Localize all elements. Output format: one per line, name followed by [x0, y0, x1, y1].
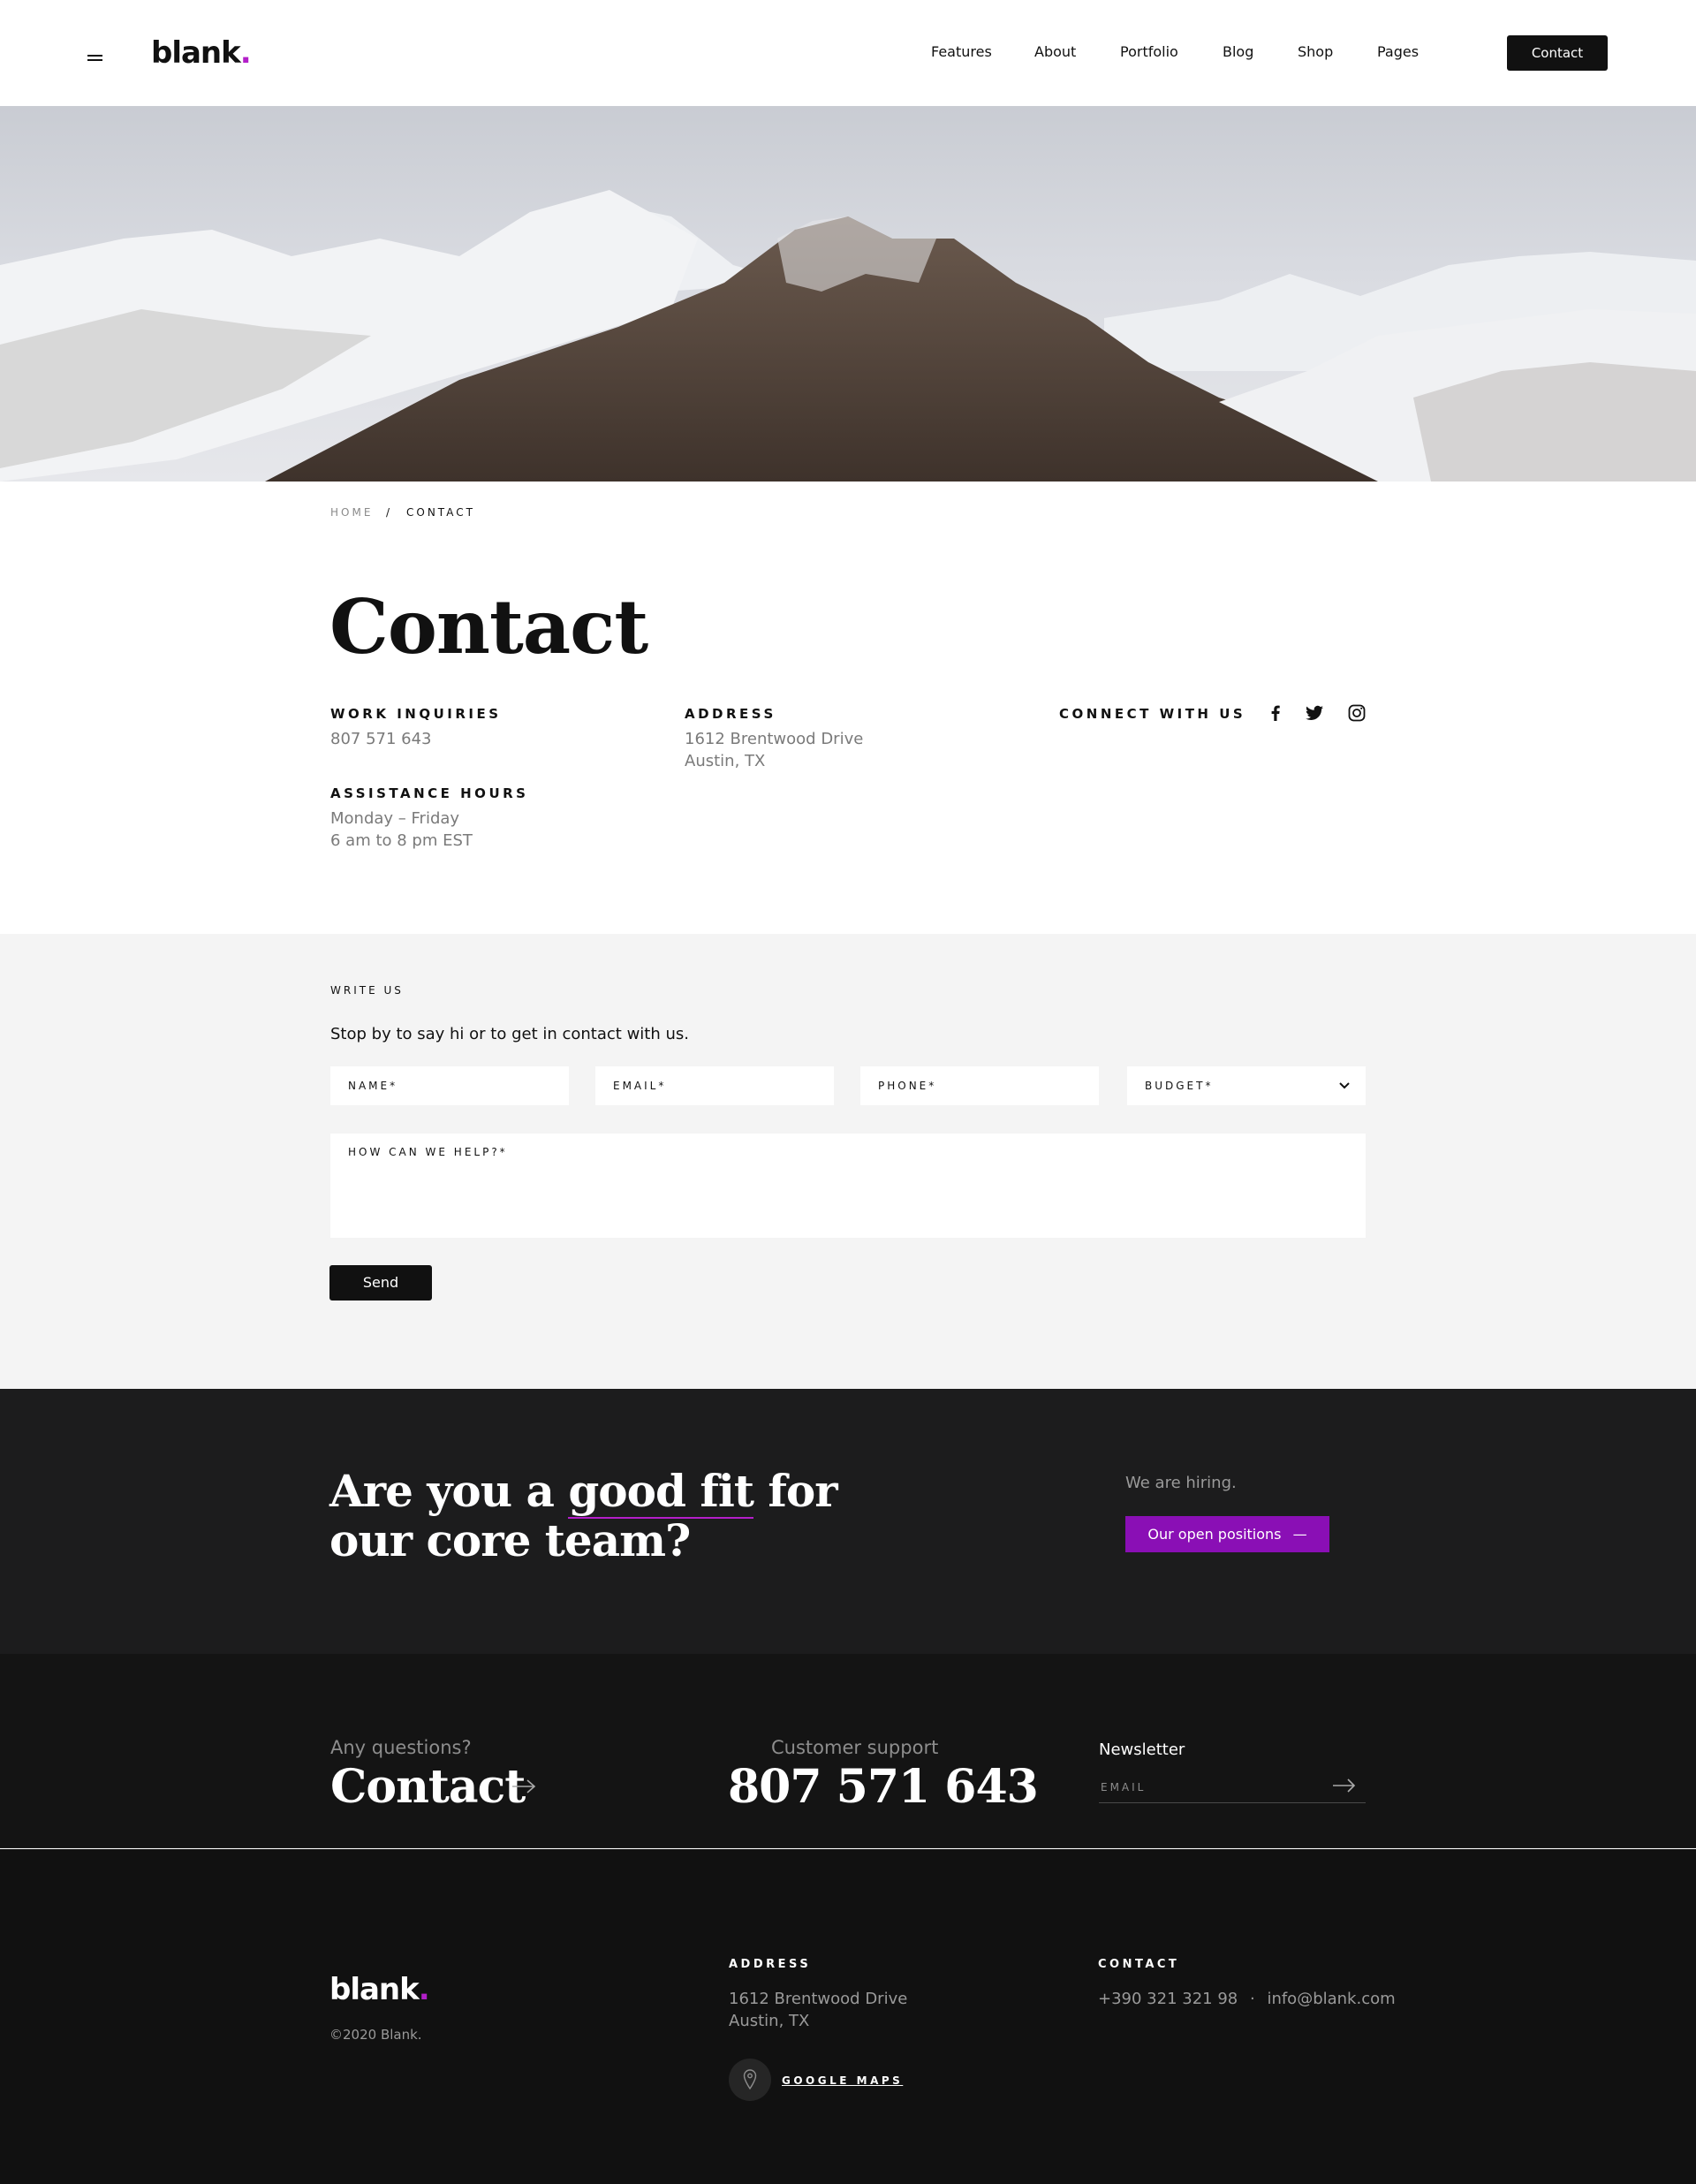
connect-label: CONNECT WITH US — [1059, 706, 1246, 722]
breadcrumb-home[interactable]: HOME — [330, 506, 373, 519]
copyright: ©2020 Blank. — [329, 2027, 422, 2043]
hiring-title-pre: Are you a — [329, 1465, 569, 1517]
footer-address-label: ADDRESS — [729, 1958, 812, 1971]
chevron-down-icon — [1339, 1082, 1350, 1089]
newsletter-underline — [1099, 1802, 1366, 1803]
nav-blog[interactable]: Blog — [1223, 43, 1253, 60]
footer-phone[interactable]: +390 321 321 98 — [1098, 1990, 1238, 2008]
logo-text: blank — [151, 35, 241, 71]
breadcrumb-current: CONTACT — [406, 506, 475, 519]
message-textarea[interactable]: HOW CAN WE HELP?* — [330, 1134, 1366, 1238]
hero-mountain-image — [0, 106, 1696, 482]
budget-select[interactable]: BUDGET* — [1127, 1066, 1366, 1105]
instagram-icon[interactable] — [1346, 702, 1367, 724]
newsletter-label: Newsletter — [1099, 1740, 1185, 1759]
assistance-hours-label: ASSISTANCE HOURS — [330, 785, 529, 801]
hours-line2: 6 am to 8 pm EST — [330, 831, 473, 850]
nav-about[interactable]: About — [1034, 43, 1076, 60]
footer-contact-line: +390 321 321 98 · info@blank.com — [1098, 1988, 1396, 2010]
nav-features[interactable]: Features — [931, 43, 992, 60]
footer-email[interactable]: info@blank.com — [1267, 1990, 1395, 2008]
work-inquiries-value: 807 571 643 — [330, 730, 432, 748]
write-us-label: WRITE US — [330, 984, 404, 997]
write-us-intro: Stop by to say hi or to get in contact w… — [330, 1025, 689, 1043]
questions-label: Any questions? — [330, 1737, 472, 1758]
hiring-title: Are you a good fit for our core team? — [329, 1465, 838, 1566]
address-line2: Austin, TX — [685, 752, 766, 770]
support-label: Customer support — [771, 1737, 939, 1758]
budget-select-label: BUDGET* — [1145, 1080, 1214, 1092]
footer-address-line2: Austin, TX — [729, 2012, 810, 2030]
twitter-icon[interactable] — [1304, 702, 1325, 724]
hiring-title-line2: our core team? — [329, 1514, 691, 1566]
nav-shop[interactable]: Shop — [1298, 43, 1333, 60]
contact-button[interactable]: Contact — [1507, 35, 1608, 71]
logo-dot: . — [239, 35, 252, 71]
newsletter-arrow-icon[interactable] — [1332, 1778, 1357, 1793]
support-number: 807 571 643 — [728, 1760, 1039, 1814]
nav-portfolio[interactable]: Portfolio — [1120, 43, 1178, 60]
breadcrumb-separator: / — [386, 506, 393, 519]
footer-address-line1: 1612 Brentwood Drive — [729, 1990, 908, 2008]
google-maps-link[interactable]: GOOGLE MAPS — [782, 2074, 903, 2087]
menu-icon[interactable] — [87, 55, 102, 63]
newsletter-email-input[interactable]: EMAIL — [1101, 1781, 1146, 1793]
map-pin-button[interactable] — [729, 2059, 771, 2101]
map-pin-icon — [743, 2069, 757, 2090]
footer-contact-label: CONTACT — [1098, 1958, 1180, 1971]
arrow-right-icon[interactable] — [511, 1778, 537, 1795]
hiring-section — [0, 1389, 1696, 1654]
send-button[interactable]: Send — [329, 1265, 432, 1301]
name-field[interactable]: NAME* — [330, 1066, 569, 1105]
footer-logo-text: blank — [329, 1972, 420, 2007]
hours-line1: Monday – Friday — [330, 809, 460, 828]
nav-pages[interactable]: Pages — [1377, 43, 1419, 60]
page-title: Contact — [329, 583, 648, 671]
mountain-illustration — [0, 190, 1696, 482]
facebook-icon[interactable] — [1265, 702, 1286, 724]
hiring-title-post: for — [753, 1465, 837, 1517]
footer-contact-separator: · — [1249, 1990, 1255, 2008]
open-positions-button[interactable]: Our open positions — — [1125, 1516, 1329, 1552]
work-inquiries-label: WORK INQUIRIES — [330, 706, 502, 722]
logo[interactable]: blank. — [151, 35, 252, 71]
hiring-note: We are hiring. — [1125, 1474, 1237, 1492]
open-positions-dash: — — [1292, 1526, 1307, 1543]
footer-logo[interactable]: blank. — [329, 1972, 430, 2007]
email-field[interactable]: EMAIL* — [595, 1066, 834, 1105]
phone-field[interactable]: PHONE* — [860, 1066, 1099, 1105]
footer-logo-dot: . — [418, 1972, 430, 2007]
hiring-title-highlight: good fit — [568, 1465, 754, 1519]
address-label: ADDRESS — [685, 706, 776, 722]
open-positions-label: Our open positions — [1147, 1526, 1282, 1543]
address-line1: 1612 Brentwood Drive — [685, 730, 864, 748]
questions-contact-link[interactable]: Contact — [330, 1760, 526, 1814]
site-header: blank. Features About Portfolio Blog Sho… — [0, 0, 1696, 106]
site-footer — [0, 1849, 1696, 2184]
